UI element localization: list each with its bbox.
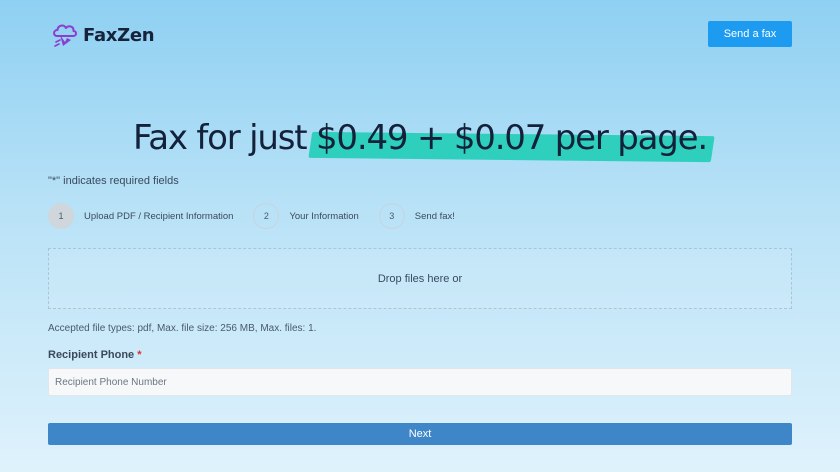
accepted-file-types: Accepted file types: pdf, Max. file size…	[48, 323, 317, 334]
hero-title-highlight: $0.49 + $0.07 per page.	[316, 118, 708, 158]
step-number: 1	[48, 203, 74, 229]
step-label: Upload PDF / Recipient Information	[84, 210, 234, 222]
step-upload: 1 Upload PDF / Recipient Information	[48, 203, 233, 229]
recipient-phone-label-text: Recipient Phone	[48, 349, 135, 361]
cloud-fax-icon	[53, 24, 78, 47]
step-send-fax: 3 Send fax!	[378, 203, 455, 229]
hero-title-prefix: Fax for just	[132, 118, 316, 158]
recipient-phone-input[interactable]	[48, 368, 792, 396]
required-note-text: indicates required fields	[60, 175, 179, 187]
step-label: Send fax!	[414, 210, 455, 222]
next-button[interactable]: Next	[48, 423, 792, 445]
site-header: FaxZen Send a fax	[0, 0, 840, 70]
brand-name: FaxZen	[83, 24, 155, 46]
required-fields-note: "*" indicates required fields	[48, 175, 179, 187]
required-star-text: "*"	[48, 175, 61, 187]
brand-logo[interactable]: FaxZen	[51, 20, 155, 50]
file-dropzone[interactable]: Drop files here or	[48, 248, 792, 309]
step-your-information: 2 Your Information	[253, 203, 359, 229]
step-number: 2	[253, 203, 280, 229]
hero-title: Fax for just $0.49 + $0.07 per page.	[0, 118, 840, 158]
required-star: *	[137, 349, 142, 361]
step-label: Your Information	[289, 210, 359, 222]
step-number: 3	[378, 203, 405, 229]
recipient-phone-label: Recipient Phone *	[48, 349, 141, 361]
form-steps: 1 Upload PDF / Recipient Information 2 Y…	[48, 203, 475, 229]
send-fax-button[interactable]: Send a fax	[708, 21, 792, 47]
dropzone-text: Drop files here or	[377, 272, 463, 285]
